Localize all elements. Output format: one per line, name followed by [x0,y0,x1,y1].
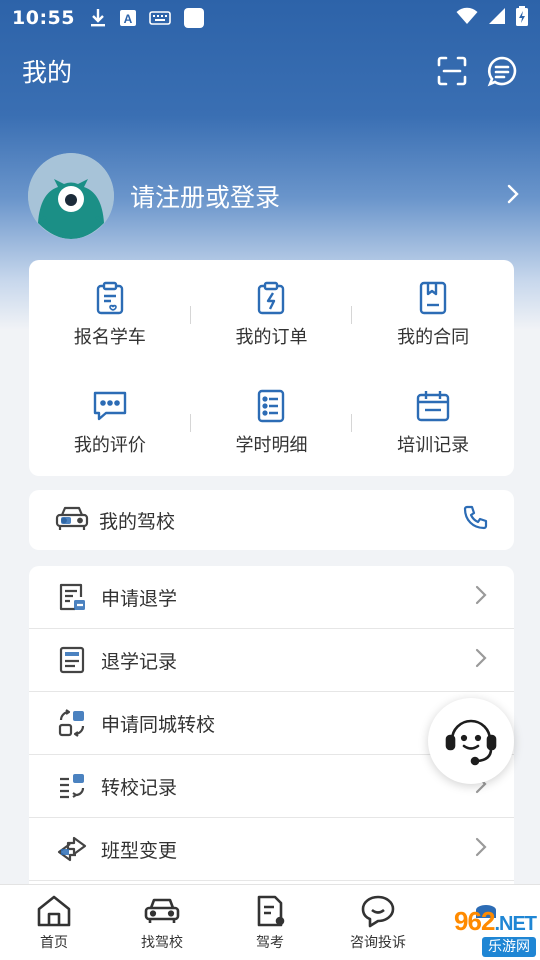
chat-icon [360,894,396,928]
car-icon [144,894,180,928]
watermark-text: 乐游网 [482,936,536,957]
tab-home[interactable]: 首页 [0,885,108,960]
grid-item-enroll[interactable]: 报名学车 [29,260,191,368]
battery-charging-icon [516,5,528,31]
tab-exam[interactable]: 驾考 [216,885,324,960]
scan-icon[interactable] [436,55,468,87]
grid-item-contract[interactable]: 我的合同 [352,260,514,368]
signal-icon [488,7,506,30]
enroll-clipboard-icon [95,279,125,317]
exam-icon [254,894,286,928]
chevron-right-icon[interactable] [506,183,520,209]
home-icon [36,894,72,928]
list-label: 申请退学 [101,587,178,610]
order-icon [256,279,286,317]
customer-service-button[interactable] [428,698,514,784]
avatar[interactable] [28,153,114,239]
list-item-withdraw-record[interactable]: 退学记录 [29,629,514,692]
message-icon[interactable] [486,55,518,87]
withdraw-apply-icon [55,582,89,612]
transfer-record-icon [55,771,89,801]
chevron-right-icon [474,584,488,610]
grid-label: 学时明细 [235,435,308,456]
grid-label: 我的合同 [397,327,470,348]
my-school-card[interactable]: 我的驾校 [29,490,514,550]
list-item-class-change[interactable]: 班型变更 [29,818,514,881]
grid-label: 我的评价 [73,435,146,456]
wifi-icon [456,7,478,30]
square-icon [183,7,205,29]
car-icon [55,504,89,536]
keyboard-icon [149,11,171,25]
tab-label: 找驾校 [141,934,183,951]
tab-label: 驾考 [256,934,284,951]
chevron-right-icon [474,836,488,862]
class-change-icon [55,834,89,864]
list-label: 班型变更 [101,839,178,862]
grid-item-reviews[interactable]: 我的评价 [29,368,191,476]
grid-item-orders[interactable]: 我的订单 [191,260,353,368]
list-label: 转校记录 [101,776,178,799]
tab-label: 首页 [40,934,68,951]
grid-label: 培训记录 [397,435,470,456]
headset-smile-icon [440,708,502,774]
watermark-logo: 962.NET [454,905,537,936]
login-prompt[interactable]: 请注册或登录 [130,178,280,214]
transfer-apply-icon [55,708,89,738]
text-a-icon: A [119,9,137,27]
list-label: 申请同城转校 [101,713,216,736]
hours-list-icon [256,387,286,425]
grid-item-training[interactable]: 培训记录 [352,368,514,476]
download-icon [89,8,107,28]
site-watermark: 962.NET 乐游网 [402,905,537,957]
grid-label: 报名学车 [73,327,146,348]
svg-text:A: A [124,12,133,26]
status-bar: 10:55 A [0,0,540,36]
app-header: 我的 [0,48,540,94]
chevron-right-icon [474,647,488,673]
profile-section[interactable]: 请注册或登录 [28,152,524,240]
quick-actions-card: 报名学车 我的订单 我的合同 我的评价 学时明细 培训记录 [29,260,514,476]
contract-icon [418,279,448,317]
training-calendar-icon [415,387,451,425]
tab-label: 咨询投诉 [350,934,406,951]
list-label: 退学记录 [101,650,178,673]
grid-label: 我的订单 [235,327,308,348]
list-item-withdraw-apply[interactable]: 申请退学 [29,566,514,629]
withdraw-record-icon [55,645,89,675]
phone-icon[interactable] [462,505,488,535]
page-title: 我的 [22,58,73,87]
tab-find-school[interactable]: 找驾校 [108,885,216,960]
my-school-label: 我的驾校 [99,510,176,533]
status-time: 10:55 [12,7,75,29]
grid-item-hours[interactable]: 学时明细 [191,368,353,476]
review-icon [92,387,128,425]
